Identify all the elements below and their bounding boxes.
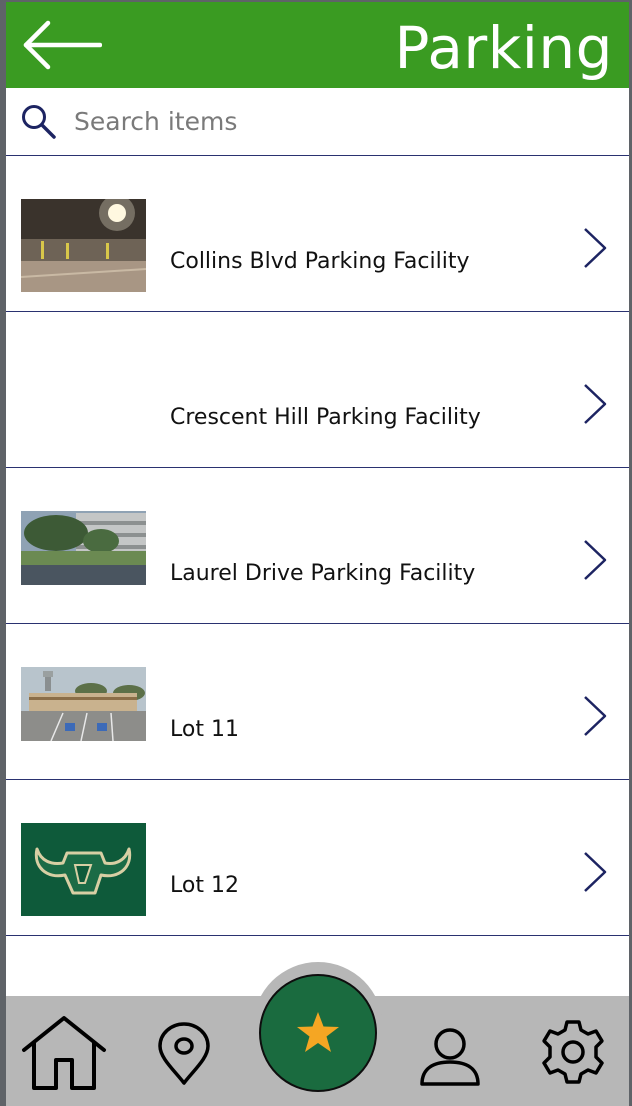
app-screen: Parking Search items Collins Blvd Parkin… (6, 2, 629, 1106)
search-input[interactable] (74, 100, 614, 142)
list-item-label: Lot 11 (170, 717, 239, 742)
search-icon[interactable] (20, 103, 58, 141)
star-icon (297, 1012, 339, 1052)
chevron-right-icon (584, 696, 607, 736)
search-bar (6, 88, 629, 156)
list-item[interactable]: Laurel Drive Parking Facility (6, 468, 629, 624)
chevron-right-icon (584, 228, 607, 268)
list-item[interactable]: Collins Blvd Parking Facility (6, 156, 629, 312)
list-item[interactable]: Lot 11 (6, 624, 629, 780)
header-bar: Parking (6, 2, 629, 88)
gear-icon[interactable] (540, 1016, 606, 1088)
map-pin-icon[interactable] (156, 1022, 212, 1086)
list-item-label: Collins Blvd Parking Facility (170, 249, 470, 274)
parking-garage-interior-photo (21, 199, 146, 292)
list-item-label: Laurel Drive Parking Facility (170, 561, 476, 586)
parking-garage-exterior-photo (21, 511, 146, 585)
home-icon[interactable] (20, 1014, 108, 1092)
user-icon[interactable] (418, 1026, 482, 1088)
chevron-right-icon (584, 852, 607, 892)
parking-list: Collins Blvd Parking Facility Crescent H… (6, 156, 629, 936)
favorites-button[interactable] (259, 974, 377, 1092)
chevron-right-icon (584, 540, 607, 580)
list-item[interactable]: Lot 12 (6, 780, 629, 936)
chevron-right-icon (584, 384, 607, 424)
back-button[interactable] (20, 20, 103, 70)
page-title: Parking (394, 14, 613, 82)
surface-lot-photo (21, 667, 146, 741)
list-item[interactable]: Crescent Hill Parking Facility (6, 312, 629, 468)
list-item-label: Crescent Hill Parking Facility (170, 405, 481, 430)
list-item-label: Lot 12 (170, 873, 239, 898)
arrow-left-icon (23, 20, 103, 70)
bull-logo (21, 823, 146, 916)
